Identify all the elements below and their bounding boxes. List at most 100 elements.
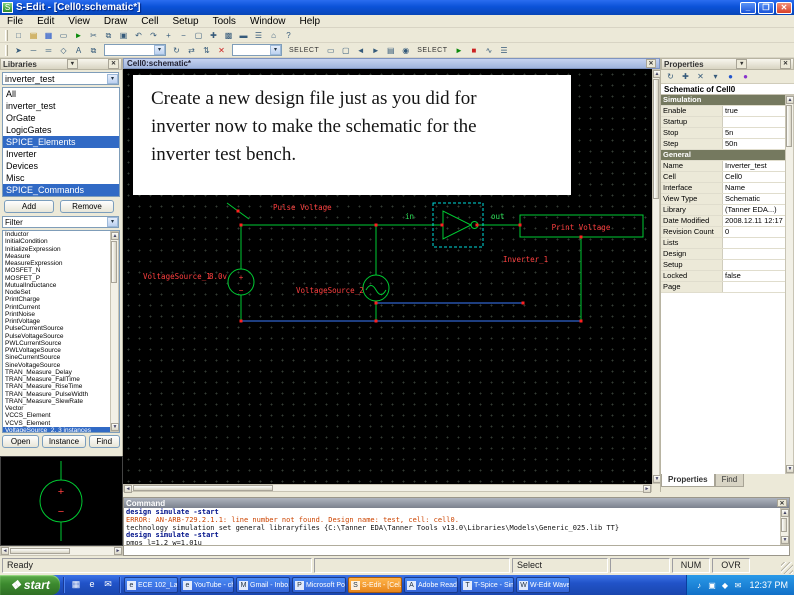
library-row[interactable]: SPICE_Commands xyxy=(3,184,119,196)
zoom-sel-icon[interactable]: ▢ xyxy=(338,44,353,57)
node-out-label[interactable]: out xyxy=(491,212,505,221)
volume-icon[interactable]: ♪ xyxy=(693,580,704,591)
property-row[interactable]: Step 50n xyxy=(661,139,786,150)
cell-row[interactable]: VCCS_Element xyxy=(3,412,119,419)
task-button[interactable]: P Microsoft Po... xyxy=(292,577,346,593)
delete-icon[interactable]: ✕ xyxy=(214,44,229,57)
command-input[interactable] xyxy=(124,545,789,555)
scroll-down-icon[interactable]: ▼ xyxy=(111,423,119,431)
text-tool-icon[interactable]: A xyxy=(71,44,86,57)
property-value[interactable]: 5n xyxy=(723,128,786,138)
property-row[interactable]: Lists xyxy=(661,238,786,249)
property-row[interactable]: Date Modified 2008.12.11 12:17 xyxy=(661,216,786,227)
cell-row[interactable]: PrintNoise xyxy=(3,311,119,318)
cell-row[interactable]: MOSFET_P xyxy=(3,275,119,282)
remove-library-button[interactable]: Remove xyxy=(60,200,114,213)
panel-menu-icon[interactable]: ▾ xyxy=(736,59,748,69)
panel-close-icon[interactable]: ✕ xyxy=(777,499,787,507)
flip-h-icon[interactable]: ⇄ xyxy=(184,44,199,57)
library-row[interactable]: Inverter xyxy=(3,148,119,160)
cell-row[interactable]: InitialCondition xyxy=(3,238,119,245)
property-value[interactable]: 2008.12.11 12:17 xyxy=(723,216,786,226)
menu-item[interactable]: Help xyxy=(293,15,328,28)
help-icon[interactable]: ? xyxy=(281,29,296,42)
library-row[interactable]: inverter_test xyxy=(3,100,119,112)
cell-row[interactable]: PrintCharge xyxy=(3,296,119,303)
property-value[interactable] xyxy=(723,117,786,127)
filter-select[interactable]: Filter ▾ xyxy=(2,216,119,228)
vs2-name-label[interactable]: VoltageSource_2 xyxy=(296,286,364,295)
grid-icon[interactable]: ▩ xyxy=(221,29,236,42)
library-row[interactable]: OrGate xyxy=(3,112,119,124)
inverter-symbol[interactable] xyxy=(442,210,473,240)
toolbar-grip[interactable] xyxy=(5,29,8,41)
waveform-icon[interactable]: ∿ xyxy=(481,44,496,57)
library-row[interactable]: All xyxy=(3,88,119,100)
panel-menu-icon[interactable]: ▾ xyxy=(66,59,78,69)
scroll-thumb[interactable] xyxy=(653,79,659,199)
task-button[interactable]: e YouTube - ch... xyxy=(180,577,234,593)
task-button[interactable]: A Adobe Reade... xyxy=(404,577,458,593)
cell-row[interactable]: MeasureExpression xyxy=(3,260,119,267)
menu-item[interactable]: View xyxy=(61,15,97,28)
scroll-thumb[interactable] xyxy=(786,105,792,147)
copy-icon[interactable]: ⧉ xyxy=(101,29,116,42)
cell-row[interactable]: SineCurrentSource xyxy=(3,354,119,361)
task-button[interactable]: T T-Spice - Sim... xyxy=(460,577,514,593)
library-row[interactable]: Devices xyxy=(3,160,119,172)
run-simulation-icon[interactable]: ► xyxy=(71,29,86,42)
redo-icon[interactable]: ↷ xyxy=(146,29,161,42)
cell-row[interactable]: MOSFET_N xyxy=(3,267,119,274)
cell-row[interactable]: VoltageSource_2, 3 instances xyxy=(3,426,119,432)
property-value[interactable]: true xyxy=(723,106,786,116)
design-select[interactable]: inverter_test ▾ xyxy=(2,72,119,85)
cell-row[interactable]: TRAN_Measure_SlewRate xyxy=(3,398,119,405)
settings-icon[interactable]: ☰ xyxy=(496,44,511,57)
property-row[interactable]: Stop 5n xyxy=(661,128,786,139)
scroll-up-icon[interactable]: ▲ xyxy=(111,232,119,240)
property-value[interactable] xyxy=(723,95,786,105)
scroll-thumb[interactable] xyxy=(111,241,117,283)
cell-row[interactable]: PWLVoltageSource xyxy=(3,347,119,354)
rotate-icon[interactable]: ↻ xyxy=(169,44,184,57)
cell-row[interactable]: TRAN_Measure_RiseTime xyxy=(3,383,119,390)
properties-scrollbar[interactable]: ▲ ▼ xyxy=(785,95,794,474)
bus-tool-icon[interactable]: ═ xyxy=(41,44,56,57)
property-row[interactable]: Library (Tanner EDA...) xyxy=(661,205,786,216)
property-value[interactable] xyxy=(723,238,786,248)
symbol-tool-icon[interactable]: ◇ xyxy=(56,44,71,57)
child-close-icon[interactable]: ✕ xyxy=(646,59,656,68)
scroll-left-icon[interactable]: ◄ xyxy=(1,547,9,555)
panel-close-icon[interactable]: ✕ xyxy=(779,59,791,69)
chevron-down-icon[interactable]: ▾ xyxy=(107,217,118,227)
cell-row[interactable]: Inductor xyxy=(3,231,119,238)
property-value[interactable]: 50n xyxy=(723,139,786,149)
property-row[interactable]: Interface Name xyxy=(661,183,786,194)
menu-item[interactable]: Window xyxy=(243,15,293,28)
property-value[interactable]: Schematic xyxy=(723,194,786,204)
wire-input-rail[interactable] xyxy=(240,224,443,269)
property-value[interactable]: (Tanner EDA...) xyxy=(723,205,786,215)
scroll-up-icon[interactable]: ▲ xyxy=(786,96,794,104)
cell-row[interactable]: PrintVoltage xyxy=(3,318,119,325)
stop-sim-icon[interactable]: ■ xyxy=(466,44,481,57)
undo-icon[interactable]: ↶ xyxy=(131,29,146,42)
paste-icon[interactable]: ▣ xyxy=(116,29,131,42)
chevron-down-icon[interactable]: ▾ xyxy=(107,73,118,84)
network-icon[interactable]: ▣ xyxy=(706,580,717,591)
open-icon[interactable]: ▤ xyxy=(26,29,41,42)
home-view-icon[interactable]: ⌂ xyxy=(266,29,281,42)
delete-property-icon[interactable]: ✕ xyxy=(693,70,708,83)
property-row[interactable]: Simulation xyxy=(661,95,786,106)
property-value[interactable] xyxy=(723,249,786,259)
cell-row[interactable]: Vector xyxy=(3,405,119,412)
next-view-icon[interactable]: ► xyxy=(368,44,383,57)
close-button[interactable]: ✕ xyxy=(776,1,792,14)
zoom-out-icon[interactable]: − xyxy=(176,29,191,42)
cell-row[interactable]: TRAN_Measure_PulseWidth xyxy=(3,391,119,398)
panel-close-icon[interactable]: ✕ xyxy=(107,59,119,69)
command-scrollbar[interactable]: ▲ ▼ xyxy=(780,508,789,545)
vs1-name-label[interactable]: VoltageSource_1 xyxy=(143,272,211,281)
scroll-left-icon[interactable]: ◄ xyxy=(124,485,132,493)
cell-list-scrollbar[interactable]: ▲ ▼ xyxy=(110,231,119,432)
